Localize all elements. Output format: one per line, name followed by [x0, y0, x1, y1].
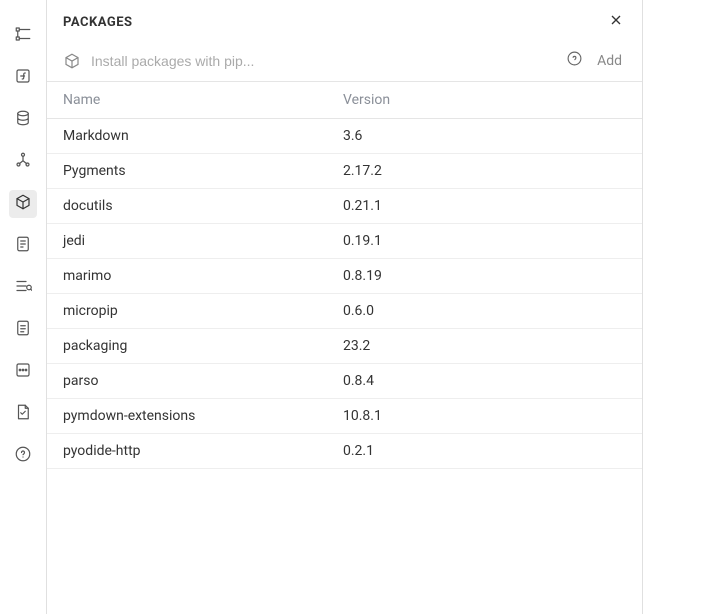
sidebar	[0, 0, 46, 614]
package-search-icon	[63, 52, 81, 70]
package-name: docutils	[63, 198, 343, 214]
panel-header: PACKAGES	[47, 0, 642, 44]
search-row: Add	[47, 44, 642, 81]
table-row[interactable]: Markdown3.6	[47, 119, 642, 154]
sidebar-item-scratchpad[interactable]	[9, 232, 37, 260]
table-row[interactable]: micropip0.6.0	[47, 294, 642, 329]
close-button[interactable]	[606, 12, 626, 32]
package-name: packaging	[63, 338, 343, 354]
function-icon	[14, 67, 32, 89]
package-version: 0.8.19	[343, 268, 626, 284]
right-gutter	[643, 0, 703, 614]
add-button[interactable]: Add	[593, 53, 626, 69]
graph-icon	[14, 151, 32, 173]
package-version: 0.2.1	[343, 443, 626, 459]
table-row[interactable]: marimo0.8.19	[47, 259, 642, 294]
package-version: 0.21.1	[343, 198, 626, 214]
package-name: jedi	[63, 233, 343, 249]
package-name: Markdown	[63, 128, 343, 144]
sidebar-item-package[interactable]	[9, 190, 37, 218]
snippets-icon	[14, 319, 32, 341]
sidebar-item-snippets[interactable]	[9, 316, 37, 344]
package-version: 0.8.4	[343, 373, 626, 389]
file-tree-icon	[14, 25, 32, 47]
panel-title: PACKAGES	[63, 15, 133, 30]
package-name: Pygments	[63, 163, 343, 179]
table-row[interactable]: jedi0.19.1	[47, 224, 642, 259]
feedback-icon	[14, 445, 32, 467]
table-body: Markdown3.6Pygments2.17.2docutils0.21.1j…	[47, 119, 642, 469]
package-name: marimo	[63, 268, 343, 284]
database-icon	[14, 109, 32, 131]
sidebar-item-file-tree[interactable]	[9, 22, 37, 50]
package-table: Name Version Markdown3.6Pygments2.17.2do…	[47, 81, 642, 614]
package-search-input[interactable]	[91, 53, 556, 69]
scratchpad-icon	[14, 235, 32, 257]
package-version: 0.19.1	[343, 233, 626, 249]
package-version: 3.6	[343, 128, 626, 144]
table-row[interactable]: pyodide-http0.2.1	[47, 434, 642, 469]
package-name: pyodide-http	[63, 443, 343, 459]
sidebar-item-docs[interactable]	[9, 400, 37, 428]
sidebar-item-outline[interactable]	[9, 274, 37, 302]
sidebar-item-database[interactable]	[9, 106, 37, 134]
package-version: 23.2	[343, 338, 626, 354]
code-block-icon	[14, 361, 32, 383]
column-header-name[interactable]: Name	[63, 92, 343, 108]
package-version: 10.8.1	[343, 408, 626, 424]
packages-panel: PACKAGES Add Name Version	[46, 0, 643, 614]
table-header: Name Version	[47, 82, 642, 119]
help-button[interactable]	[566, 50, 583, 71]
package-version: 0.6.0	[343, 303, 626, 319]
table-row[interactable]: parso0.8.4	[47, 364, 642, 399]
sidebar-item-feedback[interactable]	[9, 442, 37, 470]
docs-icon	[14, 403, 32, 425]
package-name: pymdown-extensions	[63, 408, 343, 424]
package-version: 2.17.2	[343, 163, 626, 179]
sidebar-item-graph[interactable]	[9, 148, 37, 176]
package-name: micropip	[63, 303, 343, 319]
package-icon	[14, 193, 32, 215]
sidebar-item-code-block[interactable]	[9, 358, 37, 386]
sidebar-item-function[interactable]	[9, 64, 37, 92]
table-row[interactable]: pymdown-extensions10.8.1	[47, 399, 642, 434]
outline-icon	[14, 277, 32, 299]
help-icon	[566, 50, 583, 71]
package-name: parso	[63, 373, 343, 389]
close-icon	[608, 12, 624, 32]
table-row[interactable]: docutils0.21.1	[47, 189, 642, 224]
column-header-version[interactable]: Version	[343, 92, 626, 108]
table-row[interactable]: packaging23.2	[47, 329, 642, 364]
table-row[interactable]: Pygments2.17.2	[47, 154, 642, 189]
